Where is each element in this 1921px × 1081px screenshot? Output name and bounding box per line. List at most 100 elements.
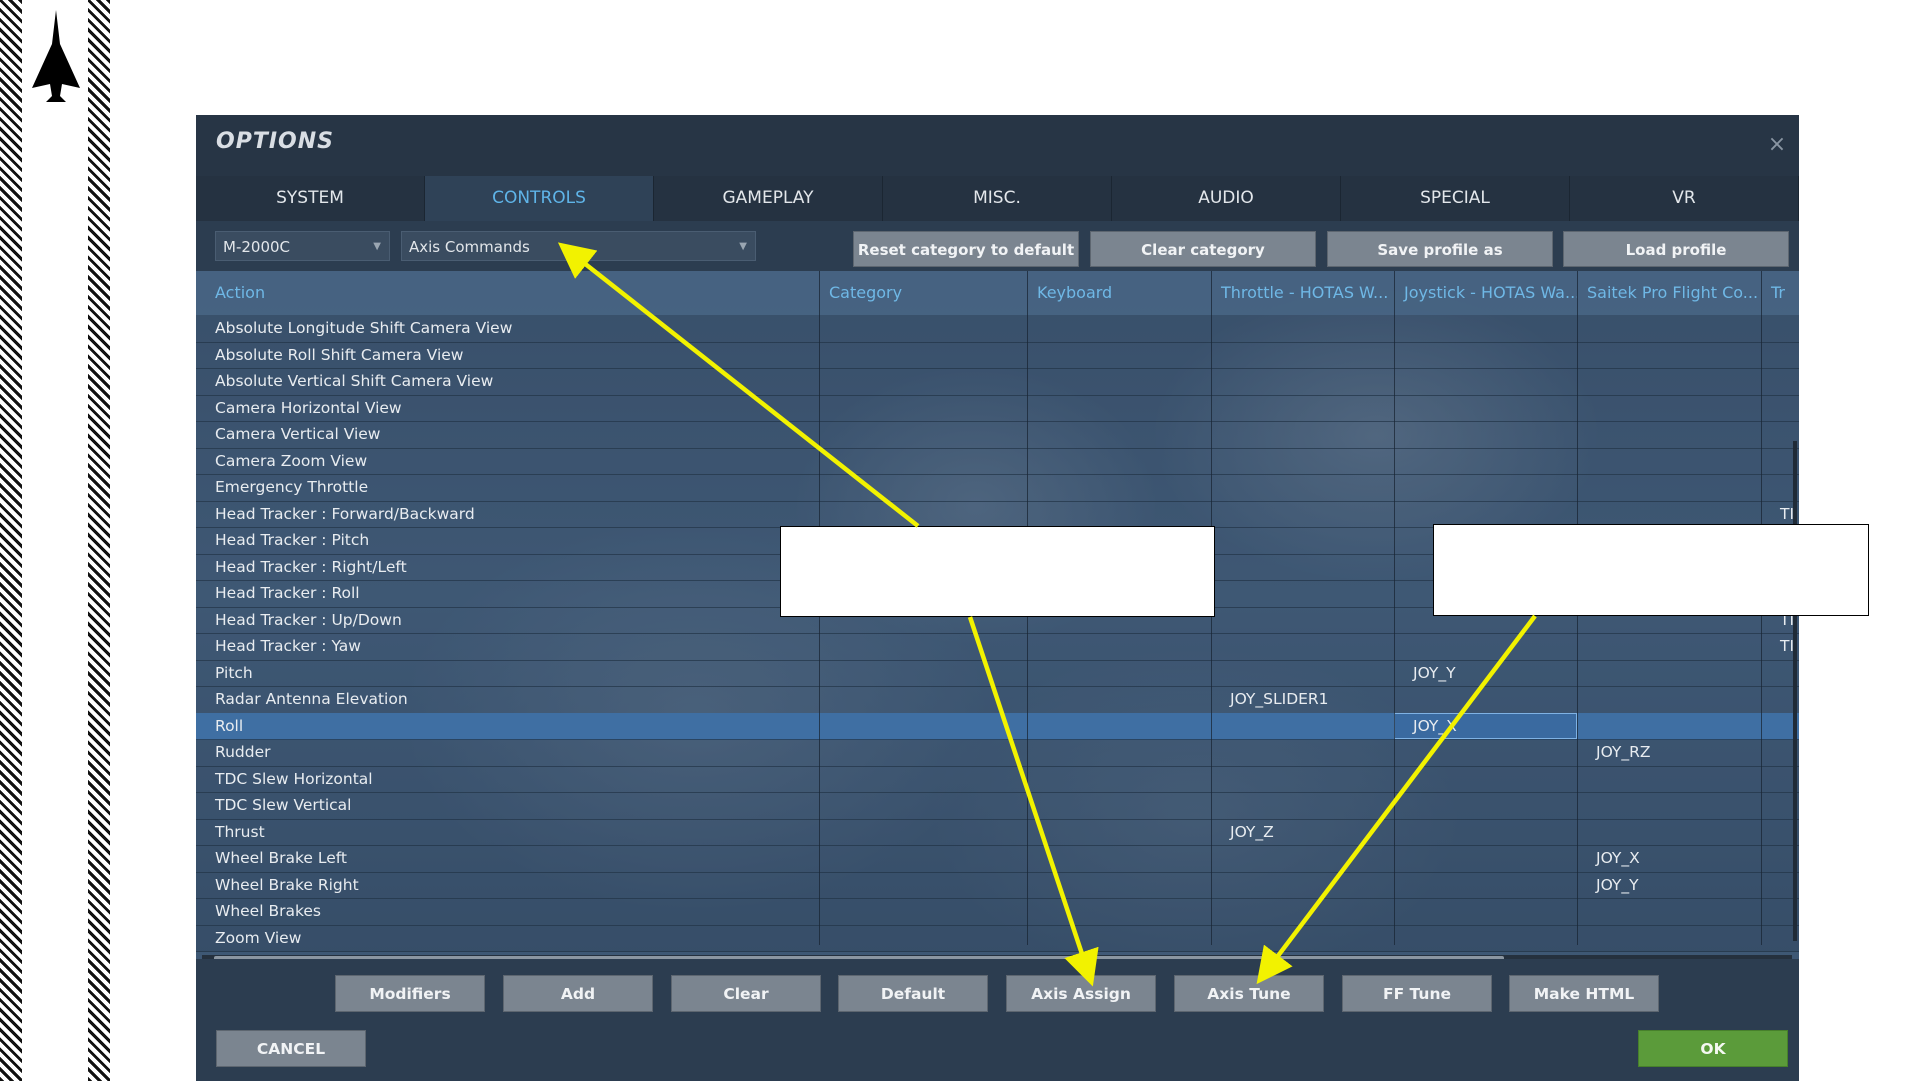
load-profile-button[interactable]: Load profile <box>1563 231 1789 267</box>
action-cell[interactable]: TDC Slew Vertical <box>196 792 819 818</box>
ok-button[interactable]: OK <box>1638 1030 1788 1067</box>
column-header[interactable]: Category <box>819 271 1027 315</box>
saitek-binding-cell[interactable] <box>1577 713 1761 739</box>
aircraft-select[interactable]: M-2000C ▼ <box>215 231 390 261</box>
action-cell[interactable]: Camera Horizontal View <box>196 395 819 421</box>
action-cell[interactable]: TDC Slew Horizontal <box>196 766 819 792</box>
throttle-binding-cell[interactable] <box>1211 713 1394 739</box>
joystick-binding-cell[interactable] <box>1394 315 1577 341</box>
action-cell[interactable]: Zoom View <box>196 925 819 951</box>
column-header[interactable]: Tr <box>1761 271 1799 315</box>
throttle-binding-cell[interactable] <box>1211 368 1394 394</box>
table-row[interactable]: Wheel Brakes <box>196 898 1799 926</box>
save-profile-button[interactable]: Save profile as <box>1327 231 1553 267</box>
joystick-binding-cell[interactable] <box>1394 633 1577 659</box>
throttle-binding-cell[interactable] <box>1211 315 1394 341</box>
throttle-binding-cell[interactable] <box>1211 448 1394 474</box>
tab-audio[interactable]: AUDIO <box>1112 176 1341 221</box>
saitek-binding-cell[interactable] <box>1577 315 1761 341</box>
saitek-binding-cell[interactable]: JOY_X <box>1577 845 1761 871</box>
saitek-binding-cell[interactable]: JOY_RZ <box>1577 739 1761 765</box>
action-cell[interactable]: Thrust <box>196 819 819 845</box>
throttle-binding-cell[interactable] <box>1211 342 1394 368</box>
table-row[interactable]: Radar Antenna Elevation JOY_SLIDER1 <box>196 686 1799 714</box>
action-cell[interactable]: Wheel Brake Left <box>196 845 819 871</box>
tab-special[interactable]: SPECIAL <box>1341 176 1570 221</box>
default-button[interactable]: Default <box>838 975 988 1012</box>
saitek-binding-cell[interactable] <box>1577 448 1761 474</box>
table-row[interactable]: TDC Slew Horizontal <box>196 765 1799 793</box>
joystick-binding-cell[interactable] <box>1394 819 1577 845</box>
column-header[interactable]: Throttle - HOTAS W... <box>1211 271 1394 315</box>
throttle-binding-cell[interactable] <box>1211 766 1394 792</box>
joystick-binding-cell[interactable] <box>1394 845 1577 871</box>
saitek-binding-cell[interactable] <box>1577 686 1761 712</box>
table-row[interactable]: Roll JOY_X <box>196 712 1799 740</box>
axis-tune-button[interactable]: Axis Tune <box>1174 975 1324 1012</box>
column-header[interactable]: Joystick - HOTAS Wa... <box>1394 271 1577 315</box>
action-cell[interactable]: Head Tracker : Yaw <box>196 633 819 659</box>
action-cell[interactable]: Absolute Vertical Shift Camera View <box>196 368 819 394</box>
joystick-binding-cell[interactable]: JOY_Y <box>1394 660 1577 686</box>
table-row[interactable]: Emergency Throttle <box>196 474 1799 502</box>
action-cell[interactable]: Wheel Brake Right <box>196 872 819 898</box>
table-row[interactable]: Camera Vertical View <box>196 421 1799 449</box>
throttle-binding-cell[interactable] <box>1211 792 1394 818</box>
action-cell[interactable]: Camera Zoom View <box>196 448 819 474</box>
joystick-binding-cell[interactable] <box>1394 925 1577 951</box>
joystick-binding-cell[interactable] <box>1394 766 1577 792</box>
table-row[interactable]: Zoom View <box>196 924 1799 952</box>
saitek-binding-cell[interactable] <box>1577 898 1761 924</box>
column-header[interactable]: Action <box>196 271 819 315</box>
tab-misc[interactable]: MISC. <box>883 176 1112 221</box>
throttle-binding-cell[interactable] <box>1211 845 1394 871</box>
table-row[interactable]: Rudder JOY_RZ <box>196 739 1799 767</box>
throttle-binding-cell[interactable] <box>1211 607 1394 633</box>
joystick-binding-cell[interactable] <box>1394 395 1577 421</box>
table-row[interactable]: Absolute Longitude Shift Camera View <box>196 315 1799 343</box>
throttle-binding-cell[interactable] <box>1211 925 1394 951</box>
table-row[interactable]: Wheel Brake Left JOY_X <box>196 845 1799 873</box>
saitek-binding-cell[interactable] <box>1577 633 1761 659</box>
saitek-binding-cell[interactable] <box>1577 819 1761 845</box>
table-row[interactable]: Camera Zoom View <box>196 447 1799 475</box>
throttle-binding-cell[interactable] <box>1211 554 1394 580</box>
close-icon[interactable]: × <box>1763 131 1791 159</box>
modifiers-button[interactable]: Modifiers <box>335 975 485 1012</box>
throttle-binding-cell[interactable]: JOY_Z <box>1211 819 1394 845</box>
saitek-binding-cell[interactable] <box>1577 766 1761 792</box>
table-row[interactable]: Absolute Vertical Shift Camera View <box>196 368 1799 396</box>
clear-category-button[interactable]: Clear category <box>1090 231 1316 267</box>
action-cell[interactable]: Head Tracker : Forward/Backward <box>196 501 819 527</box>
joystick-binding-cell[interactable] <box>1394 474 1577 500</box>
action-cell[interactable]: Head Tracker : Up/Down <box>196 607 819 633</box>
saitek-binding-cell[interactable] <box>1577 925 1761 951</box>
throttle-binding-cell[interactable] <box>1211 501 1394 527</box>
column-header[interactable]: Saitek Pro Flight Co... <box>1577 271 1761 315</box>
action-cell[interactable]: Head Tracker : Right/Left <box>196 554 819 580</box>
saitek-binding-cell[interactable] <box>1577 395 1761 421</box>
table-row[interactable]: TDC Slew Vertical <box>196 792 1799 820</box>
throttle-binding-cell[interactable] <box>1211 898 1394 924</box>
joystick-binding-cell[interactable] <box>1394 898 1577 924</box>
action-cell[interactable]: Absolute Roll Shift Camera View <box>196 342 819 368</box>
saitek-binding-cell[interactable] <box>1577 368 1761 394</box>
joystick-binding-cell[interactable] <box>1394 448 1577 474</box>
throttle-binding-cell[interactable] <box>1211 872 1394 898</box>
saitek-binding-cell[interactable] <box>1577 660 1761 686</box>
joystick-binding-cell[interactable] <box>1394 686 1577 712</box>
throttle-binding-cell[interactable] <box>1211 660 1394 686</box>
action-cell[interactable]: Rudder <box>196 739 819 765</box>
throttle-binding-cell[interactable] <box>1211 395 1394 421</box>
table-row[interactable]: Absolute Roll Shift Camera View <box>196 341 1799 369</box>
saitek-binding-cell[interactable] <box>1577 792 1761 818</box>
joystick-binding-cell[interactable] <box>1394 872 1577 898</box>
joystick-binding-cell[interactable] <box>1394 342 1577 368</box>
reset-category-button[interactable]: Reset category to default <box>853 231 1079 267</box>
throttle-binding-cell[interactable]: JOY_SLIDER1 <box>1211 686 1394 712</box>
saitek-binding-cell[interactable] <box>1577 342 1761 368</box>
action-cell[interactable]: Head Tracker : Pitch <box>196 527 819 553</box>
add-button[interactable]: Add <box>503 975 653 1012</box>
action-cell[interactable]: Radar Antenna Elevation <box>196 686 819 712</box>
action-cell[interactable]: Absolute Longitude Shift Camera View <box>196 315 819 341</box>
